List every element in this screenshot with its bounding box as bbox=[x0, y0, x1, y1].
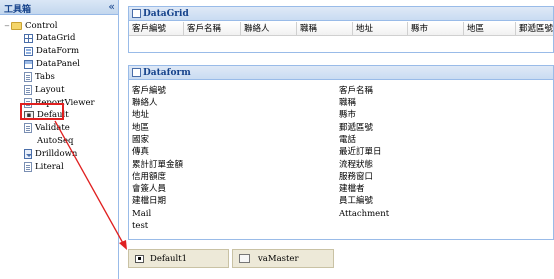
tree-item-validate[interactable]: Validate bbox=[24, 122, 70, 134]
dropdown-icon bbox=[24, 149, 32, 159]
tree-item-label: Layout bbox=[35, 85, 65, 95]
field-label: 信用額度 bbox=[132, 172, 167, 182]
tree-item-autoseq[interactable]: AutoSeq bbox=[34, 135, 73, 147]
toolbox-title: 工具箱 bbox=[4, 5, 32, 15]
collapse-toggle-icon[interactable]: − bbox=[3, 22, 11, 30]
dataform-icon bbox=[24, 46, 33, 56]
field-label: Attachment bbox=[339, 209, 390, 219]
field-label: 傳真 bbox=[132, 147, 150, 157]
tree-item-label: Drilldown bbox=[35, 149, 78, 159]
tree-item-layout[interactable]: Layout bbox=[24, 84, 65, 96]
datagrid-icon bbox=[24, 33, 33, 43]
column-header[interactable]: 客戶名稱 bbox=[184, 22, 241, 36]
datagrid-header: DataGrid bbox=[129, 7, 553, 21]
field-label: 郵遞區號 bbox=[339, 123, 374, 133]
tree-item-label: Literal bbox=[35, 162, 64, 172]
arrow-head bbox=[119, 240, 127, 250]
tree-item-label: DataPanel bbox=[36, 59, 80, 69]
component-label: Default1 bbox=[150, 253, 188, 264]
tree-item-literal[interactable]: Literal bbox=[24, 161, 64, 173]
tree-item-datagrid[interactable]: DataGrid bbox=[24, 32, 75, 44]
toolbox-panel: 工具箱 « − Control DataGrid DataForm DataPa… bbox=[0, 0, 119, 279]
component-vamaster[interactable]: vaMaster bbox=[232, 249, 334, 268]
column-header[interactable]: 地區 bbox=[464, 22, 516, 36]
field-label: 流程狀態 bbox=[339, 160, 374, 170]
field-label: 累計訂單金額 bbox=[132, 160, 184, 170]
field-label: 服務窗口 bbox=[339, 172, 374, 182]
toolbox-header: 工具箱 « bbox=[0, 0, 118, 15]
dataform-panel[interactable]: Dataform 客戶編號 聯絡人 地址 地區 國家 傳真 累計訂單金額 信用額… bbox=[128, 65, 554, 240]
field-label: 地區 bbox=[132, 123, 150, 133]
field-label: 建檔者 bbox=[339, 184, 365, 194]
column-header[interactable]: 客戶編號 bbox=[129, 22, 184, 36]
tree-item-label: Control bbox=[25, 21, 58, 31]
tree-item-label: Validate bbox=[35, 123, 70, 133]
document-icon bbox=[24, 72, 32, 82]
tree-item-label: DataGrid bbox=[36, 33, 76, 43]
datagrid-column-header: 客戶編號 客戶名稱 聯絡人 職稱 地址 縣市 地區 郵遞區號 bbox=[129, 22, 553, 36]
document-icon bbox=[24, 162, 32, 172]
field-label: 地址 bbox=[132, 110, 150, 120]
document-icon bbox=[24, 85, 32, 95]
tree-item-drilldown[interactable]: Drilldown bbox=[24, 148, 77, 160]
tree-item-label: Tabs bbox=[35, 72, 55, 82]
tree-item-label: AutoSeq bbox=[37, 136, 74, 146]
component-default1[interactable]: ▪ Default1 bbox=[128, 249, 229, 268]
field-label: 最近訂單日 bbox=[339, 147, 382, 157]
datapanel-icon bbox=[24, 59, 33, 69]
field-label: 客戶名稱 bbox=[339, 86, 374, 96]
field-label: 國家 bbox=[132, 135, 150, 145]
field-label: 職稱 bbox=[339, 98, 357, 108]
tree-item-label: DataForm bbox=[36, 46, 80, 56]
button-icon: ▪ bbox=[135, 254, 144, 263]
field-label: Mail bbox=[132, 209, 152, 219]
dataform-header: Dataform bbox=[129, 66, 553, 80]
dataform-title: Dataform bbox=[143, 67, 191, 78]
column-header[interactable]: 職稱 bbox=[297, 22, 353, 36]
column-header[interactable]: 地址 bbox=[353, 22, 408, 36]
component-label: vaMaster bbox=[258, 253, 299, 264]
field-label: 建檔日期 bbox=[132, 196, 167, 206]
datagrid-icon bbox=[132, 9, 141, 18]
column-header[interactable]: 縣市 bbox=[408, 22, 464, 36]
datagrid-title: DataGrid bbox=[143, 8, 189, 19]
selection-highlight bbox=[20, 103, 64, 120]
tree-item-tabs[interactable]: Tabs bbox=[24, 71, 55, 83]
field-label: 員工編號 bbox=[339, 196, 374, 206]
field-label: 客戶編號 bbox=[132, 86, 167, 96]
field-label: 聯絡人 bbox=[132, 98, 158, 108]
column-header[interactable]: 郵遞區號 bbox=[516, 22, 554, 36]
datagrid-panel[interactable]: DataGrid 客戶編號 客戶名稱 聯絡人 職稱 地址 縣市 地區 郵遞區號 bbox=[128, 6, 554, 53]
column-header[interactable]: 聯絡人 bbox=[241, 22, 297, 36]
field-label: 縣市 bbox=[339, 110, 357, 120]
validate-icon bbox=[239, 254, 250, 263]
field-label: 電話 bbox=[339, 135, 357, 145]
dataform-icon bbox=[132, 68, 141, 77]
field-label: test bbox=[132, 221, 149, 231]
tree-item-dataform[interactable]: DataForm bbox=[24, 45, 79, 57]
tree-node-control[interactable]: − Control bbox=[3, 20, 57, 32]
field-label: 會簽人員 bbox=[132, 184, 167, 194]
folder-icon bbox=[11, 22, 22, 30]
document-icon bbox=[24, 123, 32, 133]
collapse-icon[interactable]: « bbox=[108, 0, 115, 14]
tree-item-datapanel[interactable]: DataPanel bbox=[24, 58, 80, 70]
